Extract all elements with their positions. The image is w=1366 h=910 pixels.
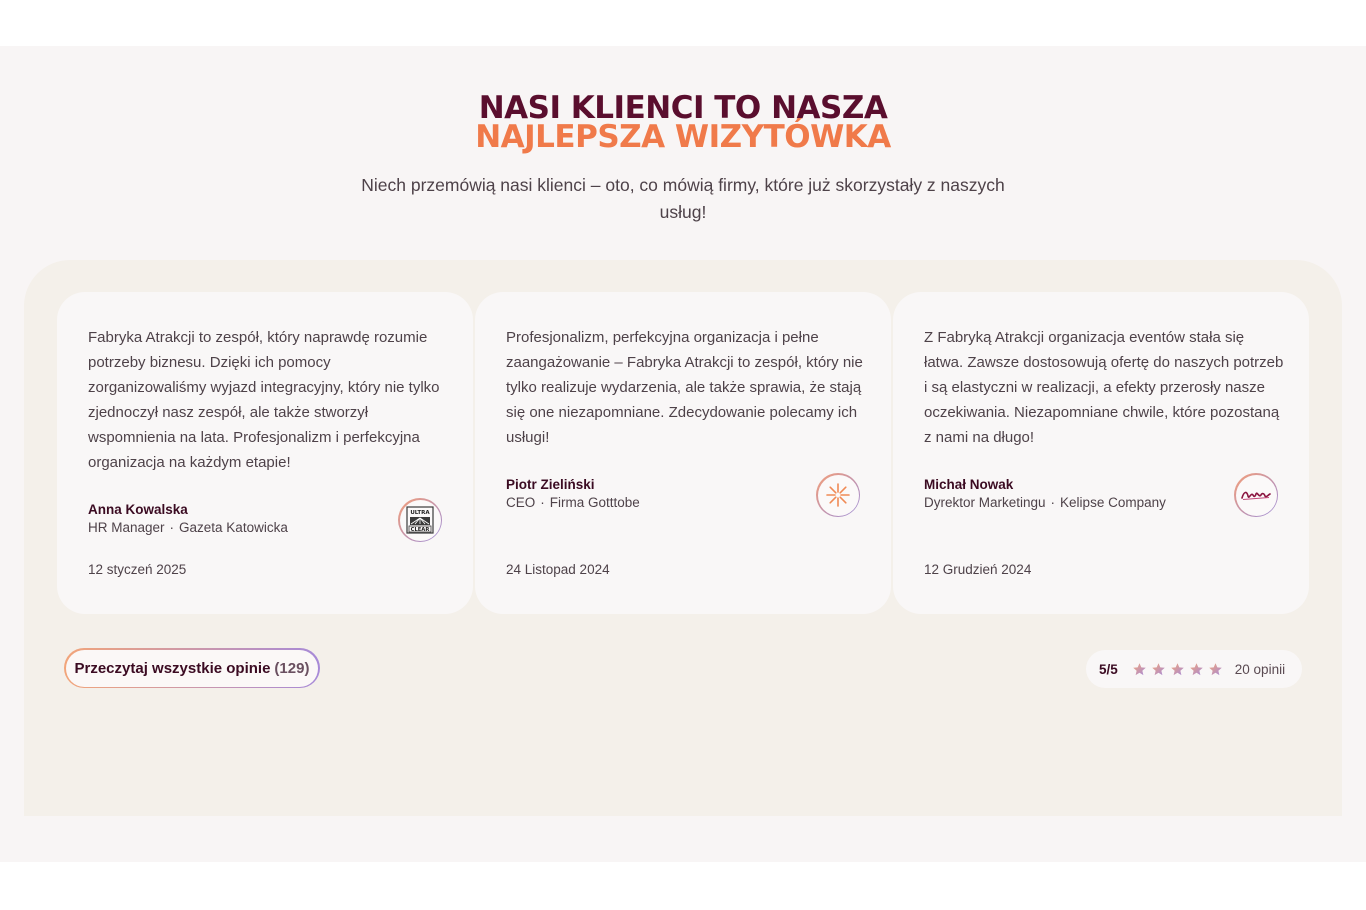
author-company: Kelipse Company (1060, 495, 1166, 510)
testimonial-role: CEO · Firma Gotttobe (506, 495, 640, 510)
star-icon (1152, 662, 1165, 675)
section-subtitle: Niech przemówią nasi klienci – oto, co m… (361, 175, 1005, 222)
testimonial-date: 24 Listopad 2024 (506, 562, 610, 577)
logo-text-top: ULTRA (410, 510, 430, 516)
testimonial-quote: Fabryka Atrakcji to zespół, który napraw… (88, 329, 440, 471)
company-logo (1234, 473, 1278, 517)
star-icon (1171, 662, 1184, 675)
author-position: Dyrektor Marketingu (924, 495, 1046, 510)
logo-text-bottom: CLEAR (411, 527, 430, 533)
company-logo: ULTRA CLEAR (398, 498, 442, 542)
testimonial-author: Piotr Zieliński (506, 477, 595, 492)
star-icon (1133, 662, 1146, 675)
star-icon (1190, 662, 1203, 675)
rating-summary: 5/5 20 opinii (1086, 650, 1302, 688)
star-icon (1209, 662, 1222, 675)
section-title: NASI KLIENCI TO NASZA NAJLEPSZA WIZYTÓWK… (0, 93, 1366, 155)
rating-stars (1132, 662, 1223, 677)
testimonial-card: Profesjonalizm, perfekcyjna organizacja … (475, 292, 891, 614)
author-position: CEO (506, 495, 536, 510)
author-company: Gazeta Katowicka (179, 520, 288, 535)
testimonial-date: 12 Grudzień 2024 (924, 562, 1032, 577)
ultra-clear-logo-icon: ULTRA CLEAR (406, 506, 434, 534)
company-logo (816, 473, 860, 517)
testimonial-quote: Profesjonalizm, perfekcyjna organizacja … (506, 329, 863, 446)
testimonial-quote: Z Fabryką Atrakcji organizacja eventów s… (924, 329, 1284, 446)
testimonial-role: HR Manager · Gazeta Katowicka (88, 520, 288, 535)
read-all-reviews-button[interactable]: Przeczytaj wszystkie opinie (129) (64, 648, 320, 688)
testimonial-role: Dyrektor Marketingu · Kelipse Company (924, 495, 1166, 510)
rating-score: 5/5 (1099, 661, 1118, 677)
testimonial-author: Michał Nowak (924, 477, 1014, 492)
reviews-count: 20 opinii (1234, 661, 1286, 677)
testimonial-card: Fabryka Atrakcji to zespół, który napraw… (57, 292, 473, 614)
read-all-label: Przeczytaj wszystkie opinie (74, 659, 271, 677)
read-all-count: (129) (274, 659, 310, 677)
author-company: Firma Gotttobe (549, 495, 640, 510)
testimonial-card: Z Fabryką Atrakcji organizacja eventów s… (893, 292, 1309, 614)
title-line-2: NAJLEPSZA WIZYTÓWKA (475, 119, 891, 155)
testimonial-date: 12 styczeń 2025 (88, 562, 187, 577)
starburst-logo-icon (826, 483, 850, 507)
testimonial-author: Anna Kowalska (88, 502, 188, 517)
script-wordmark-logo-icon (1241, 491, 1271, 500)
author-position: HR Manager (88, 520, 165, 535)
